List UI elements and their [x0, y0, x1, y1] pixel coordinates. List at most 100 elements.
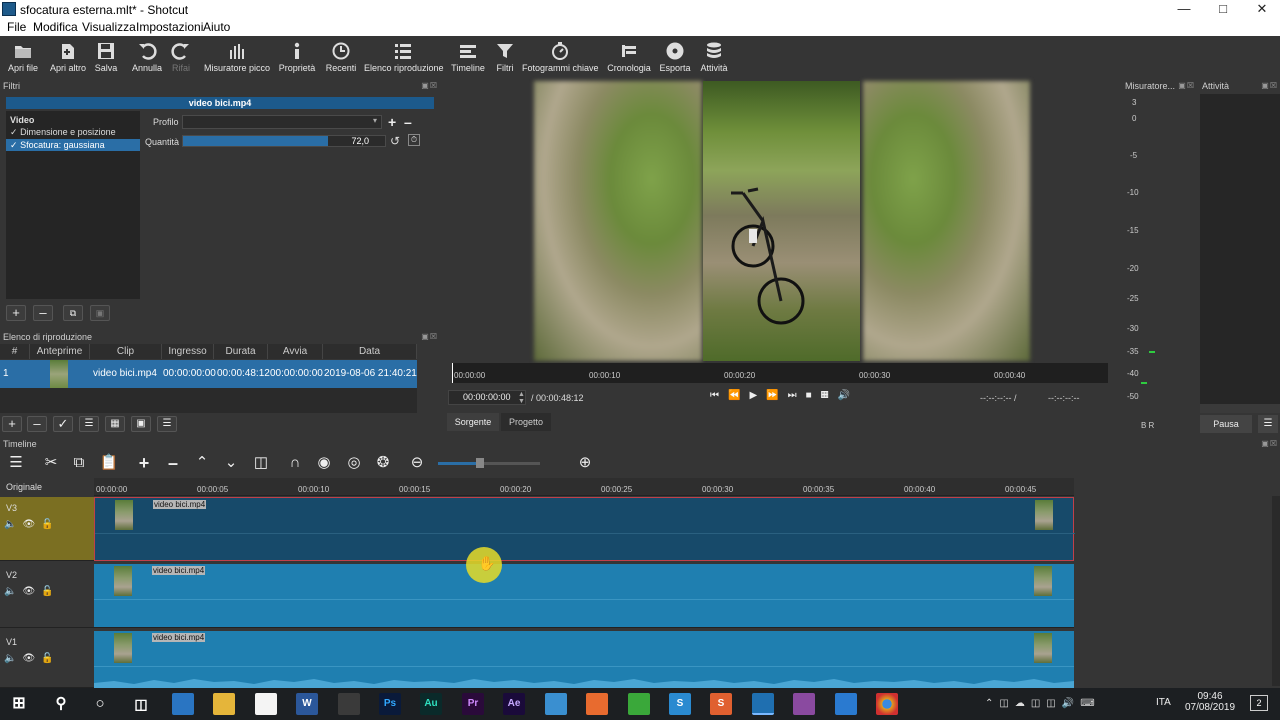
file-explorer-icon[interactable] — [213, 693, 235, 715]
fast-forward-icon[interactable]: ⏩ — [766, 390, 787, 401]
zoom-in-icon[interactable]: ⊕ — [574, 453, 596, 473]
menu-aiuto[interactable]: Aiuto — [203, 20, 230, 34]
playlist-button[interactable]: Elenco riproduzione — [364, 39, 444, 77]
track-header-v3[interactable]: V3 🔈👁🔓 — [0, 497, 94, 561]
tiles-view-icon[interactable]: ▦ — [105, 416, 125, 432]
track-header-v1[interactable]: V1 🔈👁🔓 — [0, 631, 94, 688]
shotcut-taskbar-icon[interactable] — [752, 693, 774, 715]
zoom-slider-handle[interactable] — [476, 458, 484, 468]
open-file-button[interactable]: Apri file — [4, 39, 42, 77]
export-button[interactable]: Esporta — [658, 39, 692, 77]
ripple-all-icon[interactable]: ❂ — [372, 453, 394, 473]
append-icon[interactable]: + — [133, 453, 155, 473]
app-icon[interactable] — [545, 693, 567, 715]
photoshop-icon[interactable]: Ps — [379, 693, 401, 715]
remove-icon[interactable]: – — [162, 453, 184, 473]
dock-buttons-icon[interactable]: ▣☒ — [421, 81, 438, 90]
menu-file[interactable]: File — [7, 20, 26, 34]
hide-eye-icon[interactable]: 👁 — [22, 653, 41, 664]
mute-icon[interactable]: 🔈 — [4, 519, 22, 530]
volume-icon[interactable]: 🔊 — [1062, 698, 1080, 709]
copy-filter-icon[interactable]: ⧉ — [63, 305, 83, 321]
open-other-button[interactable]: Apri altro — [46, 39, 90, 77]
filters-button[interactable]: Filtri — [492, 39, 518, 77]
lock-icon[interactable]: 🔓 — [41, 519, 59, 530]
col-header-thumbs[interactable]: Anteprime — [30, 344, 90, 359]
timecode-input[interactable]: 00:00:00:00 — [448, 390, 526, 405]
menu-impostazioni[interactable]: Impostazioni — [136, 20, 203, 34]
paste-icon[interactable]: 📋 — [98, 453, 120, 473]
keyboard-icon[interactable]: ⌨ — [1080, 698, 1100, 709]
details-view-icon[interactable]: ☰ — [79, 416, 99, 432]
windows-start-icon[interactable]: ⊞ — [8, 693, 30, 715]
minimize-button[interactable]: — — [1167, 0, 1201, 19]
app-icon[interactable] — [628, 693, 650, 715]
close-button[interactable]: ✕ — [1245, 0, 1279, 19]
playlist-menu-icon[interactable]: ☰ — [157, 416, 177, 432]
input-language[interactable]: ITA — [1156, 697, 1171, 708]
paste-filter-icon[interactable]: ▣ — [90, 305, 110, 321]
copy-icon[interactable]: ⧉ — [68, 453, 90, 473]
rewind-icon[interactable]: ⏪ — [728, 390, 749, 401]
hide-eye-icon[interactable]: 👁 — [22, 519, 41, 530]
skip-previous-icon[interactable]: ⏮ — [710, 390, 728, 401]
filter-item[interactable]: ✓ Dimensione e posizione — [6, 126, 140, 138]
player-scrub-bar[interactable]: 00:00:00 00:00:10 00:00:20 00:00:30 00:0… — [452, 363, 1108, 383]
grid-icon[interactable]: ▦ — [821, 390, 838, 401]
menu-visualizza[interactable]: Visualizza — [82, 20, 136, 34]
undo-button[interactable]: Annulla — [130, 39, 164, 77]
timeline-button[interactable]: Timeline — [450, 39, 486, 77]
tray-app-icon[interactable]: ◫ — [1031, 698, 1046, 709]
pause-button[interactable]: Pausa — [1200, 415, 1252, 433]
mail-app-icon[interactable] — [172, 693, 194, 715]
lock-icon[interactable]: 🔓 — [41, 653, 59, 664]
activity-scrollbar[interactable] — [1200, 404, 1280, 413]
app-icon[interactable] — [793, 693, 815, 715]
lock-icon[interactable]: 🔓 — [41, 586, 59, 597]
history-button[interactable]: Cronologia — [606, 39, 652, 77]
timeline-clip-v2[interactable]: video bici.mp4 — [94, 564, 1074, 628]
timeline-clip-v3[interactable]: video bici.mp4 — [94, 497, 1075, 561]
peak-meter-button[interactable]: Misuratore picco — [204, 39, 270, 77]
properties-button[interactable]: Proprietà — [278, 39, 316, 77]
recent-button[interactable]: Recenti — [324, 39, 358, 77]
timeline-menu-icon[interactable]: ☰ — [5, 453, 27, 473]
video-preview[interactable] — [443, 80, 1123, 362]
app-icon[interactable]: S — [710, 693, 732, 715]
jobs-button[interactable]: Attività — [698, 39, 730, 77]
col-header-clip[interactable]: Clip — [90, 344, 162, 359]
overwrite-icon[interactable]: ⌄ — [220, 453, 242, 473]
task-view-icon[interactable]: ◫ — [130, 693, 152, 715]
timecode-spinner-icon[interactable]: ▲ ▼ — [518, 391, 525, 405]
add-preset-button[interactable]: + — [388, 114, 398, 130]
dock-buttons-icon[interactable]: ▣☒ — [1261, 439, 1278, 448]
menu-modifica[interactable]: Modifica — [33, 20, 78, 34]
tab-source[interactable]: Sorgente — [447, 413, 499, 431]
amount-slider[interactable]: 72,0 — [182, 135, 386, 147]
remove-preset-button[interactable]: – — [404, 114, 416, 130]
search-icon[interactable]: ⚲ — [50, 693, 72, 715]
remove-filter-button[interactable]: – — [33, 305, 53, 321]
playlist-add-button[interactable]: + — [2, 416, 22, 432]
timeline-clip-v1[interactable]: video bici.mp4 — [94, 631, 1074, 688]
app-icon[interactable]: S — [669, 693, 691, 715]
maximize-button[interactable]: □ — [1206, 0, 1240, 19]
lift-icon[interactable]: ⌃ — [191, 453, 213, 473]
mute-icon[interactable]: 🔈 — [4, 653, 22, 664]
network-icon[interactable]: ◫ — [1046, 698, 1061, 709]
audition-icon[interactable]: Au — [420, 693, 442, 715]
store-icon[interactable] — [255, 693, 277, 715]
mute-icon[interactable]: 🔈 — [4, 586, 22, 597]
chrome-icon[interactable] — [876, 693, 898, 715]
icons-view-icon[interactable]: ▣ — [131, 416, 151, 432]
col-header-duration[interactable]: Durata — [214, 344, 268, 359]
col-header-date[interactable]: Data — [323, 344, 417, 359]
reset-icon[interactable]: ↺ — [390, 134, 400, 148]
dock-buttons-icon[interactable]: ▣☒ — [1261, 81, 1278, 90]
taskbar-clock[interactable]: 09:46 07/08/2019 — [1180, 691, 1240, 713]
profile-dropdown[interactable]: ▾ — [182, 115, 382, 129]
onedrive-icon[interactable]: ☁ — [1015, 698, 1031, 709]
tab-project[interactable]: Progetto — [501, 413, 551, 431]
ripple-icon[interactable]: ◎ — [343, 453, 365, 473]
volume-icon[interactable]: 🔊 — [838, 390, 859, 401]
